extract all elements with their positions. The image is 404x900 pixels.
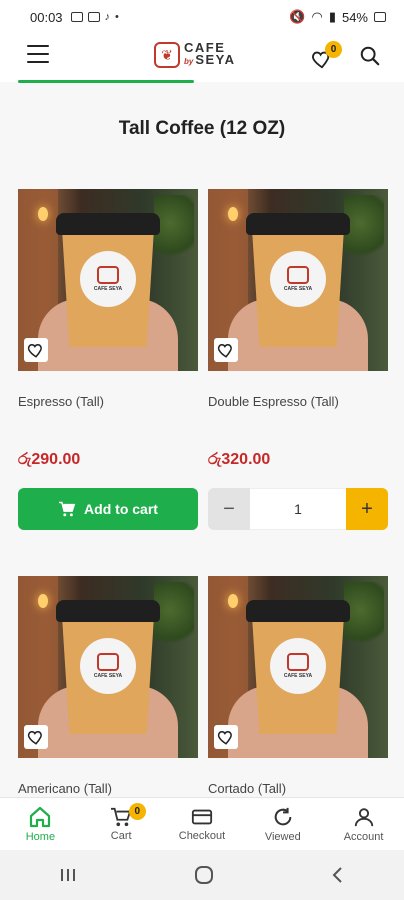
nav-account-label: Account xyxy=(343,830,384,843)
product-card[interactable]: CAFE SEYA Americano (Tall) xyxy=(18,576,198,796)
status-time: 00:03 xyxy=(30,9,63,25)
heart-icon xyxy=(217,730,232,745)
product-image[interactable]: CAFE SEYA xyxy=(208,189,388,371)
nav-home[interactable]: Home xyxy=(0,798,81,850)
dot-icon: • xyxy=(115,11,119,23)
wifi-icon: ◠ xyxy=(311,9,323,24)
product-name[interactable]: Espresso (Tall) xyxy=(18,394,104,409)
tiktok-icon: ♪ xyxy=(104,11,111,23)
product-price: රු290.00 xyxy=(18,451,81,468)
cart-badge: 0 xyxy=(128,803,146,820)
heart-icon xyxy=(27,730,42,745)
status-right: 🔇 ◠ ▮ 54% xyxy=(289,9,386,25)
search-icon[interactable] xyxy=(359,45,381,67)
product-name[interactable]: Americano (Tall) xyxy=(18,781,112,796)
nav-home-label: Home xyxy=(25,830,56,843)
add-to-wishlist-button[interactable] xyxy=(214,725,238,749)
add-to-wishlist-button[interactable] xyxy=(24,338,48,362)
add-to-cart-label: Add to cart xyxy=(84,501,158,517)
nav-checkout[interactable]: Checkout xyxy=(162,798,243,850)
product-name[interactable]: Cortado (Tall) xyxy=(208,781,286,796)
mute-icon: 🔇 xyxy=(289,9,306,24)
viewed-refresh-icon xyxy=(274,807,292,825)
nav-account[interactable]: Account xyxy=(323,798,404,850)
wishlist-badge: 0 xyxy=(325,41,342,58)
battery-icon xyxy=(374,12,386,22)
product-image[interactable]: CAFE SEYA xyxy=(18,189,198,371)
nav-viewed[interactable]: Viewed xyxy=(242,798,323,850)
nav-checkout-label: Checkout xyxy=(178,829,226,842)
product-card[interactable]: CAFE SEYA Espresso (Tall) රු290.00 Add t… xyxy=(18,189,198,530)
heart-icon xyxy=(217,343,232,358)
product-image[interactable]: CAFE SEYA xyxy=(18,576,198,758)
battery-percent: 54% xyxy=(341,9,368,25)
cup-sticker-text: CAFE SEYA xyxy=(283,286,313,292)
nav-cart[interactable]: 0 Cart xyxy=(81,798,162,850)
product-image[interactable]: CAFE SEYA xyxy=(208,576,388,758)
bottom-navigation: Home 0 Cart Checkout Viewed Account xyxy=(0,797,404,850)
heart-icon xyxy=(27,343,42,358)
cart-icon xyxy=(59,501,76,517)
add-to-cart-button[interactable]: Add to cart xyxy=(18,488,198,530)
quantity-value[interactable]: 1 xyxy=(250,488,346,530)
home-icon xyxy=(30,806,51,827)
system-navigation-bar xyxy=(0,850,404,900)
product-card[interactable]: CAFE SEYA Cortado (Tall) xyxy=(208,576,388,796)
wishlist-button[interactable]: 0 xyxy=(311,41,342,70)
logo-text: CAFE by SEYA xyxy=(184,41,236,68)
home-circle-icon[interactable] xyxy=(194,865,214,885)
nav-viewed-label: Viewed xyxy=(264,830,301,843)
page-title: Tall Coffee (12 OZ) xyxy=(118,118,286,139)
logo-text-by: by xyxy=(184,57,194,66)
logo-mark-icon: ❦ xyxy=(154,42,180,68)
product-name[interactable]: Double Espresso (Tall) xyxy=(208,394,339,409)
decrease-quantity-button[interactable]: − xyxy=(208,488,250,530)
add-to-wishlist-button[interactable] xyxy=(24,725,48,749)
quantity-stepper: − 1 + xyxy=(208,488,388,530)
cup-sticker-text: CAFE SEYA xyxy=(93,673,123,679)
cup-sticker-text: CAFE SEYA xyxy=(93,286,123,292)
increase-quantity-button[interactable]: + xyxy=(346,488,388,530)
signal-icon: ▮ xyxy=(328,9,336,24)
checkout-card-icon xyxy=(191,809,213,824)
notification-icons: ♪ • xyxy=(70,11,119,23)
gallery-icon xyxy=(70,12,83,22)
nav-cart-label: Cart xyxy=(110,829,132,842)
cup-sticker-text: CAFE SEYA xyxy=(283,673,313,679)
product-price: රු320.00 xyxy=(208,451,271,468)
header-accent-line xyxy=(18,80,194,83)
youtube-icon xyxy=(87,12,100,22)
product-card[interactable]: CAFE SEYA Double Espresso (Tall) රු320.0… xyxy=(208,189,388,530)
add-to-wishlist-button[interactable] xyxy=(214,338,238,362)
recent-apps-icon[interactable] xyxy=(58,867,78,883)
logo-text-bottom: SEYA xyxy=(195,52,236,67)
back-icon[interactable] xyxy=(330,866,346,884)
logo[interactable]: ❦ CAFE by SEYA xyxy=(154,41,236,68)
status-bar: 00:03 ♪ • 🔇 ◠ ▮ 54% xyxy=(0,0,404,34)
menu-icon[interactable] xyxy=(27,45,49,65)
app-header: ❦ CAFE by SEYA 0 xyxy=(0,34,404,82)
account-icon xyxy=(354,807,373,826)
